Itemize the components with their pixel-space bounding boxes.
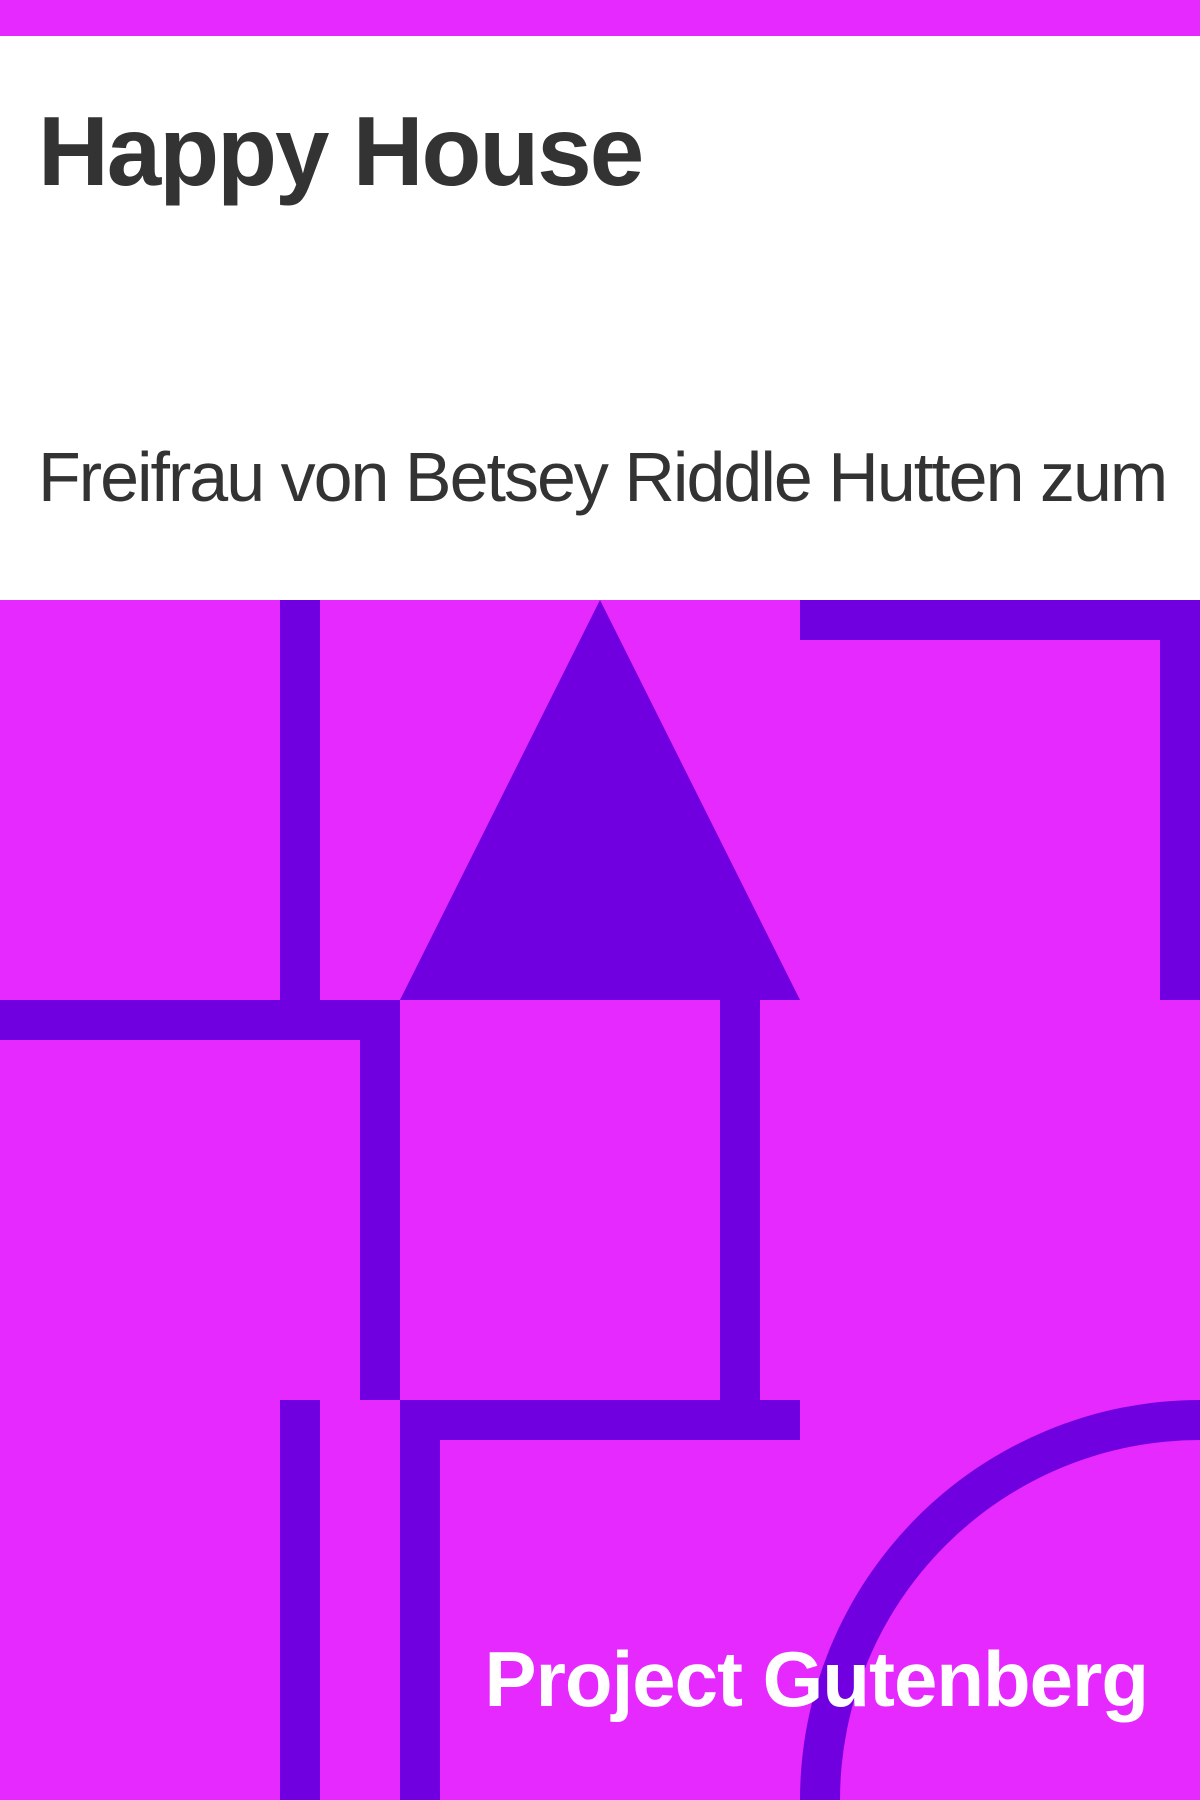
vertical-bar-upper-left xyxy=(280,600,320,1000)
vertical-bar-lower-left xyxy=(280,1400,320,1800)
horizontal-bar-top-right xyxy=(800,600,1200,640)
horizontal-bar-left xyxy=(0,1000,360,1040)
book-author: Freifrau von Betsey Riddle Hutten zum xyxy=(38,438,1168,516)
title-block: Happy House Freifrau von Betsey Riddle H… xyxy=(0,36,1200,600)
geometric-pattern xyxy=(0,600,1200,1800)
vertical-bar-mid-left xyxy=(360,1000,400,1400)
book-cover: Happy House Freifrau von Betsey Riddle H… xyxy=(0,0,1200,1800)
cover-artwork xyxy=(0,600,1200,1800)
horizontal-bar-center xyxy=(400,1400,800,1440)
top-accent-band xyxy=(0,0,1200,36)
vertical-bar-lower-center xyxy=(400,1400,440,1800)
vertical-bar-center xyxy=(720,1000,760,1400)
vertical-bar-top-right xyxy=(1160,600,1200,1000)
publisher-label: Project Gutenberg xyxy=(484,1635,1149,1723)
book-title: Happy House xyxy=(38,96,644,206)
